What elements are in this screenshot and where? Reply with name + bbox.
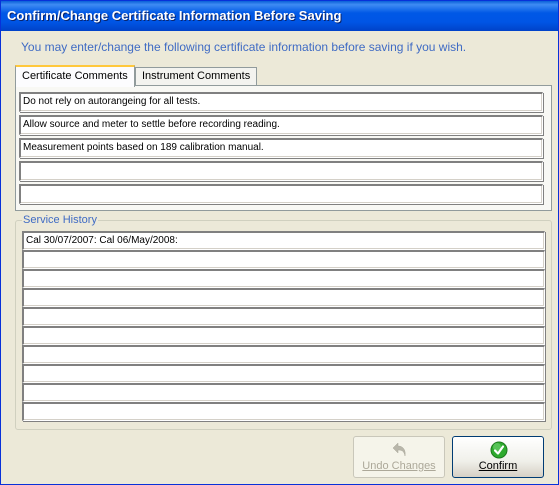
- comment-line-1[interactable]: Do not rely on autorangeing for all test…: [19, 92, 543, 112]
- undo-arrow-icon: [391, 441, 409, 459]
- comment-line-2[interactable]: Allow source and meter to settle before …: [19, 115, 543, 135]
- intro-text: You may enter/change the following certi…: [21, 40, 467, 54]
- service-history-line-7[interactable]: [22, 345, 545, 364]
- certificate-comments-panel: Do not rely on autorangeing for all test…: [15, 85, 552, 211]
- service-history-line-3[interactable]: [22, 269, 545, 288]
- dialog-window: Confirm/Change Certificate Information B…: [0, 0, 559, 485]
- service-history-line-4[interactable]: [22, 288, 545, 307]
- confirm-label: Confirm: [478, 460, 518, 472]
- tab-label: Instrument Comments: [142, 70, 251, 82]
- confirm-button[interactable]: Confirm: [452, 436, 544, 478]
- window-title: Confirm/Change Certificate Information B…: [7, 8, 342, 23]
- undo-changes-label: Undo Changes: [362, 460, 436, 472]
- service-history-group: Service History Cal 30/07/2007: Cal 06/M…: [15, 214, 552, 430]
- service-history-line-6[interactable]: [22, 326, 545, 345]
- title-bar[interactable]: Confirm/Change Certificate Information B…: [1, 1, 558, 31]
- tab-instrument-comments[interactable]: Instrument Comments: [135, 67, 258, 86]
- service-history-line-1[interactable]: Cal 30/07/2007: Cal 06/May/2008:: [22, 231, 545, 250]
- undo-changes-button[interactable]: Undo Changes: [353, 436, 445, 478]
- tab-certificate-comments[interactable]: Certificate Comments: [15, 65, 135, 87]
- service-history-label: Service History: [22, 214, 98, 227]
- service-history-line-8[interactable]: [22, 364, 545, 383]
- comment-line-4[interactable]: [19, 161, 543, 181]
- tab-label: Certificate Comments: [22, 70, 128, 82]
- service-history-line-9[interactable]: [22, 383, 545, 402]
- service-history-line-10[interactable]: [22, 402, 545, 421]
- service-history-line-2[interactable]: [22, 250, 545, 269]
- comment-line-5[interactable]: [19, 184, 543, 204]
- green-check-icon: [490, 441, 508, 459]
- service-history-line-5[interactable]: [22, 307, 545, 326]
- comment-line-3[interactable]: Measurement points based on 189 calibrat…: [19, 138, 543, 158]
